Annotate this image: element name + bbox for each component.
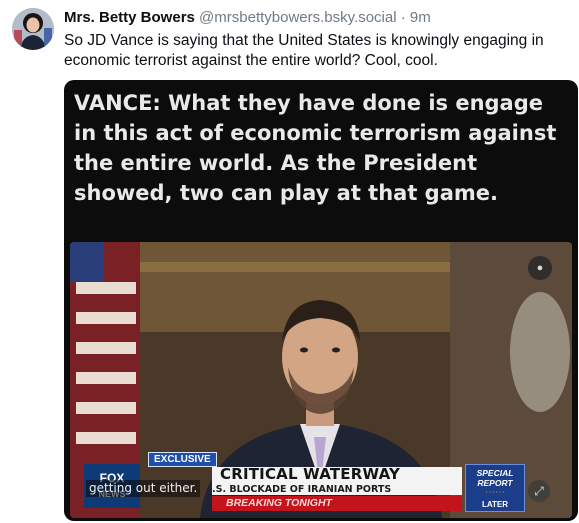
chyron-subheadline: .S. BLOCKADE OF IRANIAN PORTS xyxy=(212,484,392,495)
chyron-headline: CRITICAL WATERWAY xyxy=(220,465,401,483)
separator-dot: · xyxy=(400,9,406,26)
image-caption-text: VANCE: What they have done is engage in … xyxy=(74,91,557,205)
expand-icon[interactable]: ⤢ xyxy=(528,480,550,502)
post-text: So JD Vance is saying that the United St… xyxy=(64,32,544,69)
avatar[interactable] xyxy=(12,8,54,50)
post-image[interactable]: VANCE: What they have done is engage in … xyxy=(64,80,578,521)
author-name[interactable]: Mrs. Betty Bowers xyxy=(64,9,195,26)
special-report-subtitle: · · · · · · xyxy=(485,490,505,496)
post: Mrs. Betty Bowers @mrsbettybowers.bsky.s… xyxy=(0,0,579,523)
special-report-title: SPECIAL REPORT xyxy=(476,468,514,488)
exclusive-badge: EXCLUSIVE xyxy=(148,452,217,467)
video-frame[interactable]: ● FOX NEWS getting out either. EXCLUSIVE… xyxy=(70,242,572,518)
special-report-bug: SPECIAL REPORT · · · · · · LATER xyxy=(465,464,525,512)
captions-icon[interactable]: ● xyxy=(528,256,552,280)
author-handle[interactable]: @mrsbettybowers.bsky.social xyxy=(199,9,397,26)
breaking-label: BREAKING TONIGHT xyxy=(226,497,332,509)
avatar-image xyxy=(12,8,54,50)
post-timestamp[interactable]: 9m xyxy=(410,9,431,26)
post-header: Mrs. Betty Bowers @mrsbettybowers.bsky.s… xyxy=(64,8,569,28)
closed-caption: getting out either. xyxy=(86,480,201,497)
special-report-later: LATER xyxy=(481,500,509,509)
